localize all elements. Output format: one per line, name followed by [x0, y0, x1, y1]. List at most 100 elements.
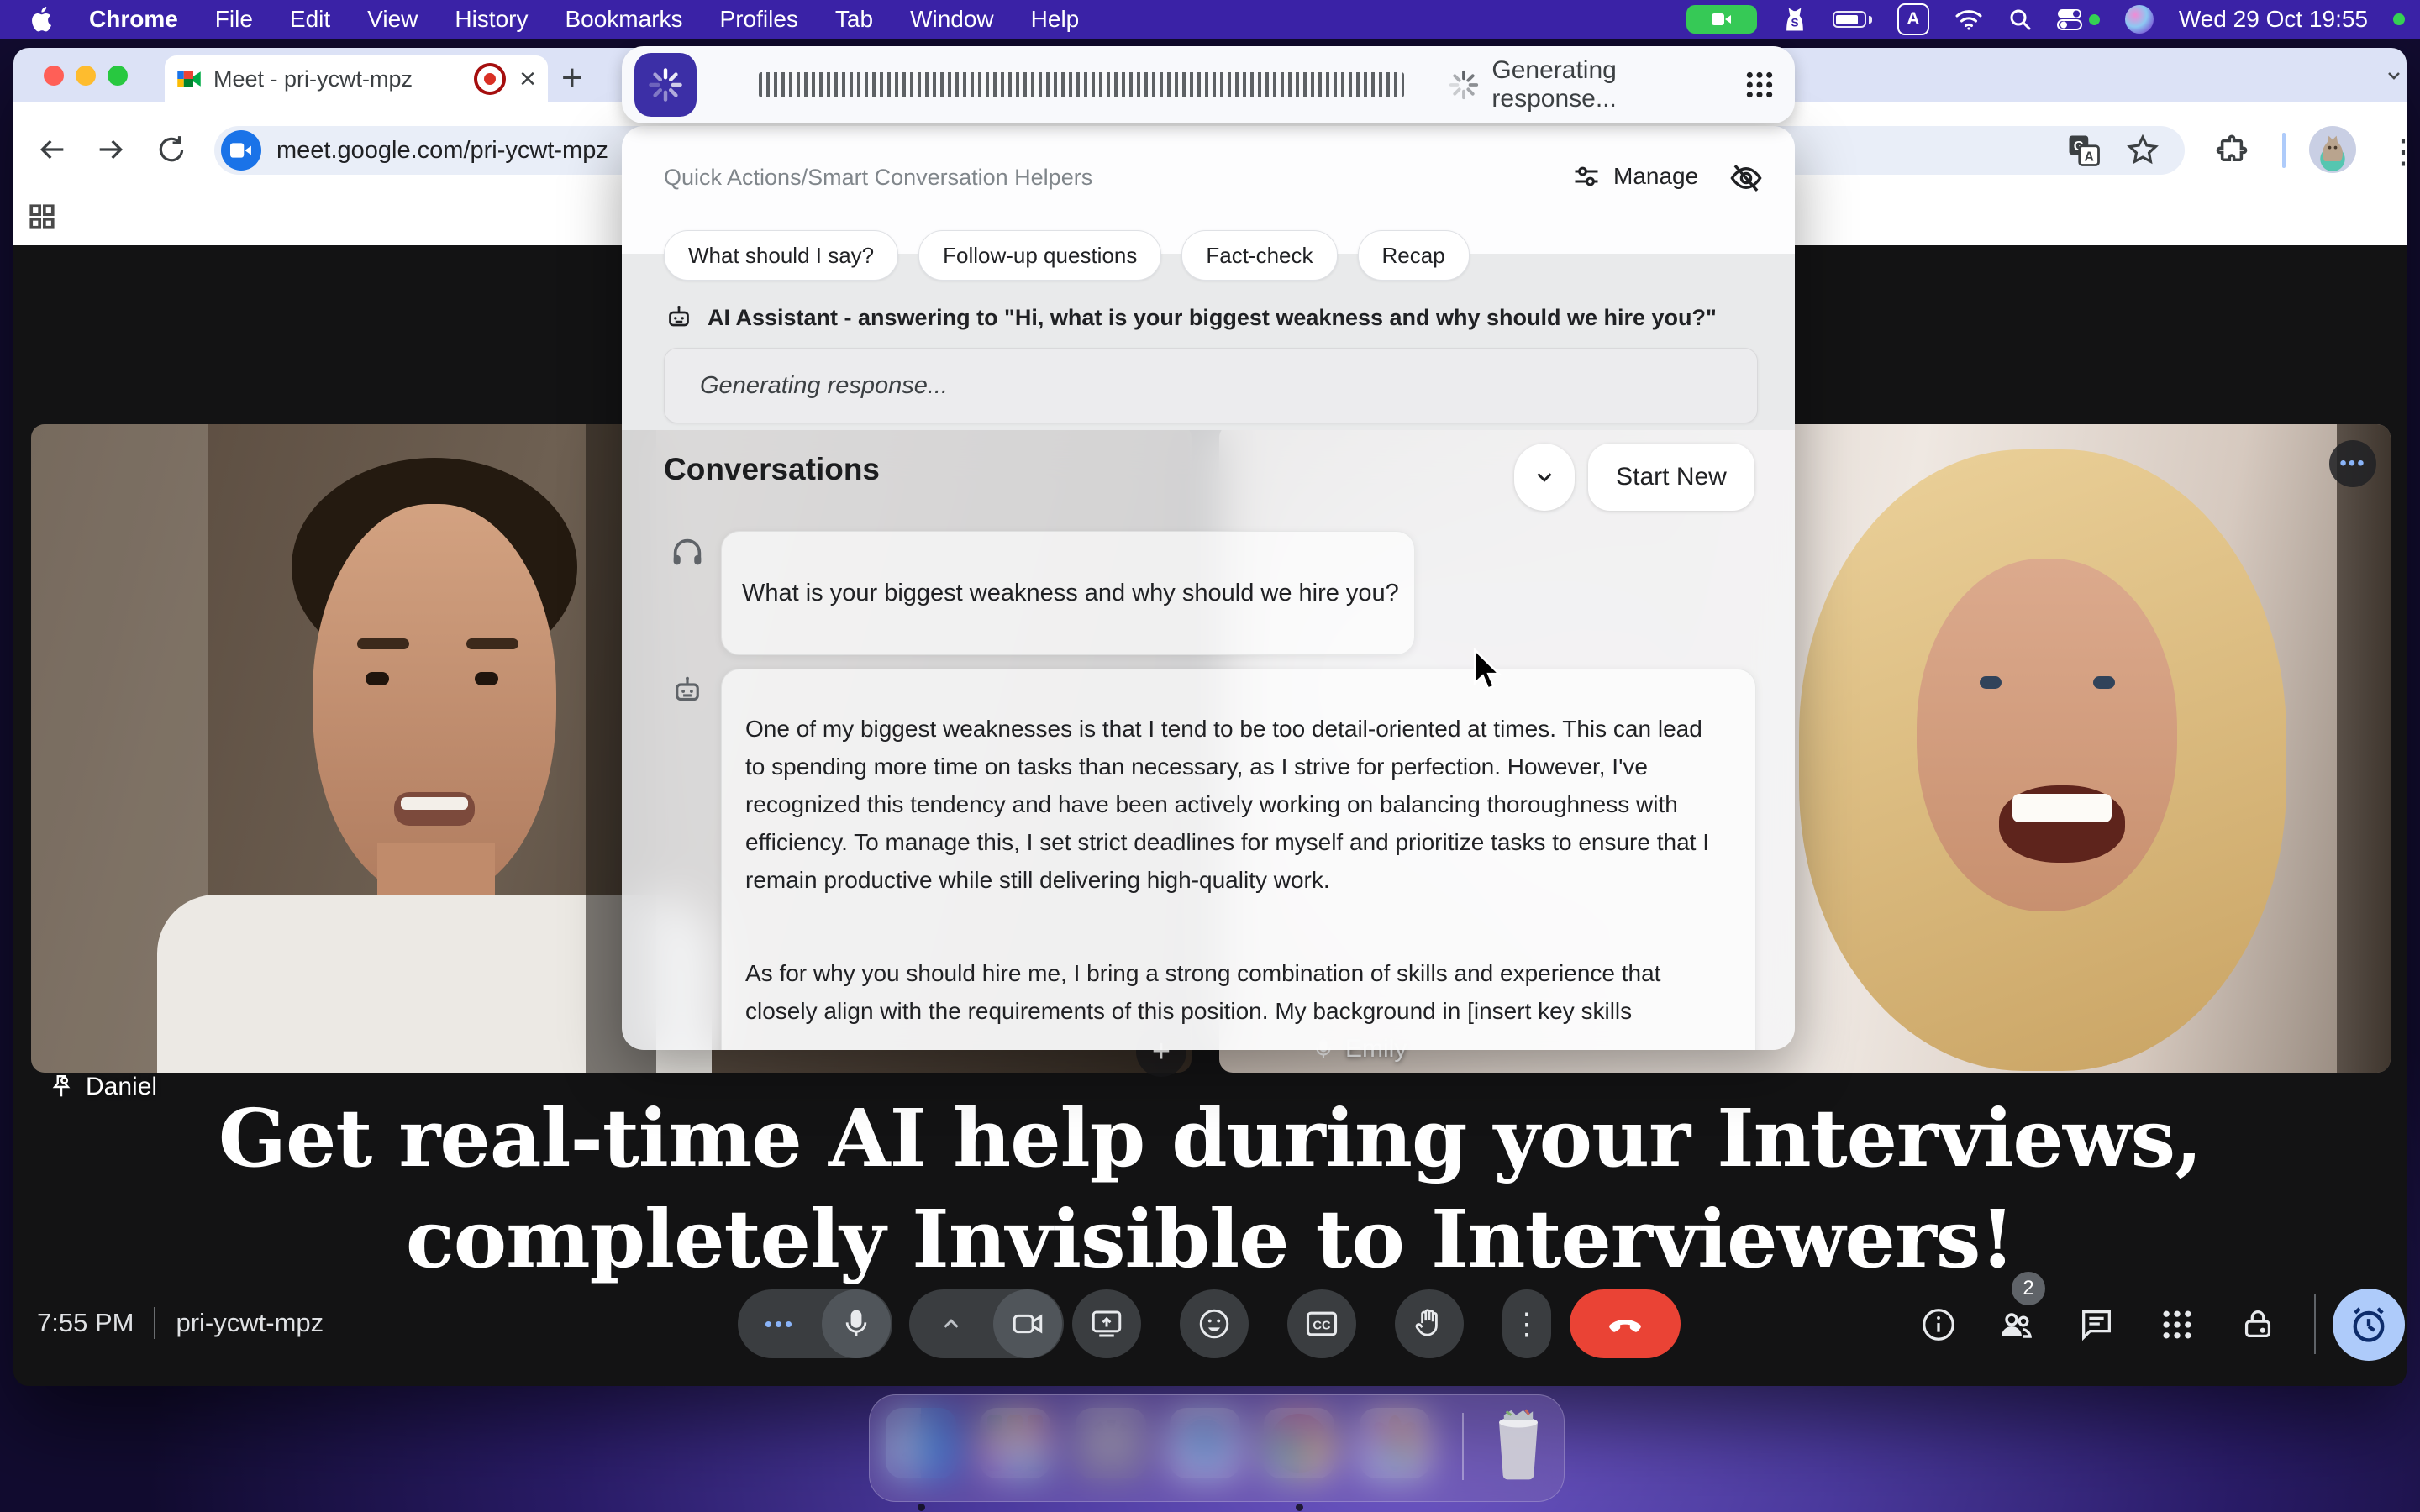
- divider: [2314, 1294, 2316, 1354]
- camera-chevron-up-icon[interactable]: [909, 1311, 993, 1336]
- chip-recap[interactable]: Recap: [1358, 230, 1470, 281]
- people-button[interactable]: [1988, 1297, 2044, 1352]
- generating-response-box: Generating response...: [664, 348, 1758, 423]
- ai-logo: [634, 53, 697, 117]
- answer-bubble: One of my biggest weaknesses is that I t…: [721, 669, 1756, 1050]
- chip-what-should-i-say[interactable]: What should I say?: [664, 230, 898, 281]
- control-center-icon[interactable]: [2057, 8, 2100, 30]
- url-text: meet.google.com/pri-ycwt-mpz: [276, 137, 608, 165]
- macos-menu-bar: Chrome File Edit View History Bookmarks …: [0, 0, 2420, 39]
- more-controls-button[interactable]: ⋮: [1502, 1289, 1551, 1358]
- chat-icon: [2077, 1305, 2116, 1344]
- tile-more-options-button[interactable]: •••: [2329, 440, 2376, 487]
- menu-bookmarks[interactable]: Bookmarks: [565, 6, 682, 33]
- eye-off-icon: [1728, 160, 1764, 196]
- lock-person-icon: [2238, 1305, 2277, 1344]
- menu-edit[interactable]: Edit: [290, 6, 330, 33]
- menu-profiles[interactable]: Profiles: [720, 6, 798, 33]
- wifi-icon[interactable]: [1954, 8, 1983, 31]
- battery-icon[interactable]: [1833, 11, 1872, 28]
- robot-icon: [664, 302, 694, 333]
- menubar-clock[interactable]: Wed 29 Oct 19:55: [2179, 6, 2368, 33]
- zoom-window-button[interactable]: [108, 66, 128, 86]
- raise-hand-button[interactable]: [1395, 1289, 1464, 1358]
- video-settings-pill[interactable]: [909, 1289, 1064, 1358]
- end-call-button[interactable]: [1570, 1289, 1681, 1358]
- generating-status-text: Generating response...: [1491, 56, 1743, 113]
- menu-help[interactable]: Help: [1031, 6, 1080, 33]
- meeting-time: 7:55 PM: [37, 1308, 134, 1338]
- toolbar-divider: [2282, 133, 2286, 168]
- camera-button[interactable]: [993, 1289, 1062, 1358]
- hide-overlay-button[interactable]: [1726, 158, 1766, 198]
- end-call-icon: [1605, 1304, 1645, 1344]
- dock-trash-icon[interactable]: [1486, 1406, 1551, 1482]
- start-new-button[interactable]: Start New: [1588, 444, 1754, 511]
- menu-history[interactable]: History: [455, 6, 528, 33]
- audio-settings-pill[interactable]: •••: [738, 1289, 892, 1358]
- emoji-icon: [1197, 1306, 1232, 1341]
- forward-button[interactable]: [92, 131, 129, 168]
- recording-status-dot: [2393, 13, 2405, 25]
- profile-avatar[interactable]: [2309, 126, 2356, 173]
- close-window-button[interactable]: [44, 66, 64, 86]
- menu-file[interactable]: File: [215, 6, 253, 33]
- meeting-code: pri-ycwt-mpz: [176, 1308, 324, 1338]
- timer-button[interactable]: [2333, 1289, 2405, 1361]
- mic-icon: [839, 1307, 873, 1341]
- bookmarks-grid-icon[interactable]: [20, 195, 64, 239]
- tab-strip-chevron-icon[interactable]: [2380, 61, 2408, 90]
- conversations-title: Conversations: [664, 452, 880, 487]
- host-controls-button[interactable]: [2230, 1297, 2286, 1352]
- audio-more-dots[interactable]: •••: [738, 1311, 822, 1337]
- input-source-icon[interactable]: A: [1897, 3, 1929, 35]
- facetime-camera-status-icon[interactable]: [1686, 5, 1757, 34]
- extensions-icon[interactable]: [2212, 129, 2252, 170]
- cc-icon: CC: [1303, 1305, 1340, 1342]
- people-count-badge: 2: [2012, 1272, 2045, 1305]
- menu-app-name[interactable]: Chrome: [89, 6, 178, 33]
- chat-button[interactable]: [2069, 1297, 2124, 1352]
- generating-spinner-icon: [1448, 69, 1480, 101]
- audio-waveform: [759, 72, 1404, 97]
- overlay-apps-grid-icon[interactable]: [1743, 68, 1776, 102]
- headline-line-2: completely Invisible to Interviewers!: [13, 1193, 2407, 1286]
- manage-button[interactable]: Manage: [1571, 161, 1698, 192]
- chip-follow-up-questions[interactable]: Follow-up questions: [918, 230, 1161, 281]
- svg-text:CC: CC: [1313, 1320, 1331, 1333]
- robot-icon-2: [667, 670, 708, 711]
- info-button[interactable]: [1911, 1297, 1966, 1352]
- bookmark-star-icon[interactable]: [2123, 130, 2163, 171]
- back-button[interactable]: [34, 131, 71, 168]
- tab-recording-indicator[interactable]: [474, 63, 506, 95]
- reload-button[interactable]: [153, 131, 190, 168]
- menu-window[interactable]: Window: [910, 6, 994, 33]
- alarm-clock-icon: [2347, 1303, 2391, 1347]
- captions-button[interactable]: CC: [1287, 1289, 1356, 1358]
- browser-menu-kebab-icon[interactable]: ⋮: [2386, 133, 2420, 171]
- dock-divider: [1462, 1413, 1464, 1480]
- translate-icon[interactable]: GA: [2064, 130, 2104, 171]
- siri-icon[interactable]: [2125, 5, 2154, 34]
- apple-menu-icon[interactable]: [30, 7, 52, 32]
- chip-fact-check[interactable]: Fact-check: [1181, 230, 1337, 281]
- new-tab-button[interactable]: +: [561, 57, 583, 99]
- reactions-button[interactable]: [1180, 1289, 1249, 1358]
- menu-view[interactable]: View: [367, 6, 418, 33]
- answer-paragraph-1: One of my biggest weaknesses is that I t…: [745, 710, 1722, 899]
- conversations-collapse-button[interactable]: [1514, 444, 1575, 511]
- minimize-window-button[interactable]: [76, 66, 96, 86]
- activities-button[interactable]: [2149, 1297, 2205, 1352]
- browser-tab[interactable]: Meet - pri-ycwt-mpz ×: [165, 55, 548, 102]
- tab-close-icon[interactable]: ×: [519, 65, 536, 93]
- people-icon: [1996, 1305, 2036, 1345]
- chrome-running-dot: [1296, 1504, 1303, 1511]
- desktop: Chrome File Edit View History Bookmarks …: [0, 0, 2420, 1512]
- headline-line-1: Get real-time AI help during your Interv…: [13, 1092, 2407, 1185]
- mic-button[interactable]: [822, 1289, 891, 1358]
- spotlight-search-icon[interactable]: [2008, 8, 2032, 31]
- cat-app-status-icon[interactable]: S: [1782, 6, 1807, 33]
- headphones-icon: [666, 531, 709, 575]
- menu-tab[interactable]: Tab: [835, 6, 873, 33]
- present-button[interactable]: [1072, 1289, 1141, 1358]
